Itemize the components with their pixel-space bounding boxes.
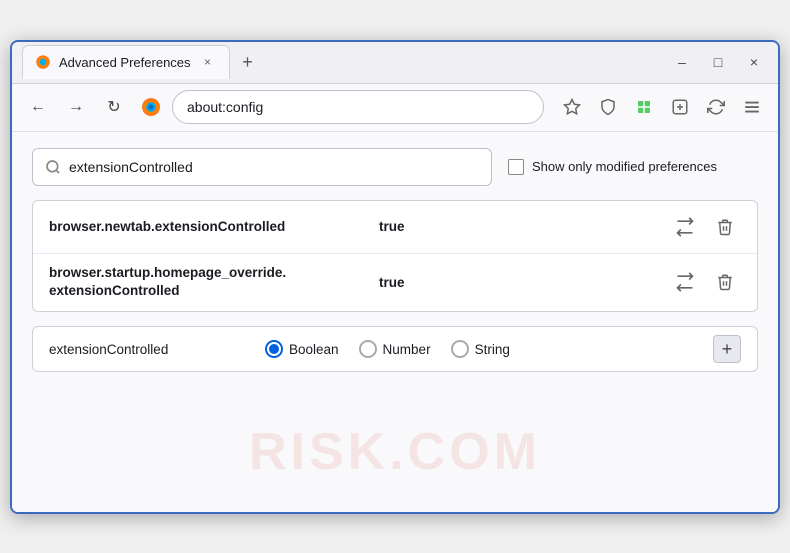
trash-icon	[716, 218, 734, 236]
string-option[interactable]: String	[451, 340, 510, 358]
type-radio-group: Boolean Number String	[265, 340, 697, 358]
boolean-label: Boolean	[289, 342, 339, 357]
arrows-icon-2	[675, 272, 695, 292]
content-area: RISK.COM Show only modified preferences …	[12, 132, 778, 512]
search-row: Show only modified preferences	[32, 148, 758, 186]
active-tab[interactable]: Advanced Preferences ×	[22, 45, 230, 79]
back-button[interactable]: ←	[22, 91, 54, 123]
nav-bar: ← → ↻ about:config	[12, 84, 778, 132]
extensions-button[interactable]	[628, 91, 660, 123]
string-label: String	[475, 342, 510, 357]
delete-button-1[interactable]	[709, 211, 741, 243]
close-button[interactable]: ×	[740, 48, 768, 76]
title-bar: Advanced Preferences × + – □ ×	[12, 42, 778, 84]
new-tab-button[interactable]: +	[234, 48, 262, 76]
bookmark-star-button[interactable]	[556, 91, 588, 123]
arrows-icon	[675, 217, 695, 237]
forward-button[interactable]: →	[60, 91, 92, 123]
maximize-button[interactable]: □	[704, 48, 732, 76]
number-option[interactable]: Number	[359, 340, 431, 358]
sync-button[interactable]	[700, 91, 732, 123]
toggle-button-1[interactable]	[669, 211, 701, 243]
profile-button[interactable]	[664, 91, 696, 123]
window-controls: – □ ×	[668, 48, 768, 76]
toggle-button-2[interactable]	[669, 266, 701, 298]
tab-favicon	[35, 54, 51, 70]
watermark: RISK.COM	[249, 422, 541, 482]
firefox-logo	[140, 96, 162, 118]
show-modified-checkbox-label[interactable]: Show only modified preferences	[508, 159, 717, 175]
new-preference-row: extensionControlled Boolean Number Strin…	[32, 326, 758, 372]
show-modified-label: Show only modified preferences	[532, 159, 717, 174]
pref-value-1: true	[379, 219, 669, 234]
show-modified-checkbox[interactable]	[508, 159, 524, 175]
pref-value-2: true	[379, 275, 669, 290]
number-label: Number	[383, 342, 431, 357]
pref-actions-2	[669, 266, 741, 298]
trash-icon-2	[716, 273, 734, 291]
table-row: browser.startup.homepage_override. exten…	[33, 254, 757, 312]
boolean-radio-circle[interactable]	[265, 340, 283, 358]
search-input[interactable]	[69, 159, 479, 175]
tab-bar: Advanced Preferences × +	[22, 45, 668, 79]
pref-name-1: browser.newtab.extensionControlled	[49, 219, 379, 234]
delete-button-2[interactable]	[709, 266, 741, 298]
browser-window: Advanced Preferences × + – □ × ← → ↻ abo…	[10, 40, 780, 514]
table-row: browser.newtab.extensionControlled true	[33, 201, 757, 254]
pref-actions-1	[669, 211, 741, 243]
tab-label: Advanced Preferences	[59, 55, 191, 70]
minimize-button[interactable]: –	[668, 48, 696, 76]
boolean-option[interactable]: Boolean	[265, 340, 339, 358]
add-preference-button[interactable]: +	[713, 335, 741, 363]
address-bar[interactable]: about:config	[172, 90, 544, 124]
reload-button[interactable]: ↻	[98, 91, 130, 123]
new-pref-name: extensionControlled	[49, 342, 249, 357]
search-icon	[45, 159, 61, 175]
string-radio-circle[interactable]	[451, 340, 469, 358]
pref-name-2: browser.startup.homepage_override. exten…	[49, 264, 379, 302]
menu-button[interactable]	[736, 91, 768, 123]
number-radio-circle[interactable]	[359, 340, 377, 358]
preferences-table: browser.newtab.extensionControlled true	[32, 200, 758, 313]
shield-button[interactable]	[592, 91, 624, 123]
tab-close-button[interactable]: ×	[199, 53, 217, 71]
preference-search-box[interactable]	[32, 148, 492, 186]
address-text: about:config	[187, 99, 263, 115]
nav-icons	[556, 91, 768, 123]
